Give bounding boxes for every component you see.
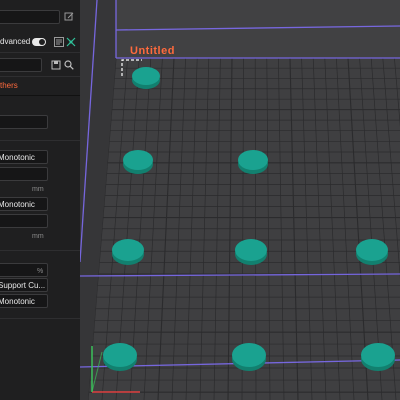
object-disc-7[interactable] bbox=[103, 343, 137, 371]
setting-field-1[interactable] bbox=[0, 115, 48, 129]
edit-icon[interactable] bbox=[64, 12, 74, 22]
object-disc-3[interactable] bbox=[238, 150, 268, 174]
process-preset-field[interactable] bbox=[0, 10, 60, 24]
object-disc-4[interactable] bbox=[112, 239, 144, 265]
search-icon[interactable] bbox=[64, 60, 74, 70]
advanced-toggle[interactable] bbox=[32, 38, 46, 46]
advanced-label: dvanced bbox=[0, 37, 31, 46]
plate-name-label[interactable]: Untitled bbox=[130, 45, 175, 57]
sequence-field-3[interactable]: Monotonic bbox=[0, 294, 48, 308]
settings-split-icon[interactable] bbox=[66, 37, 76, 47]
sequence-field-1[interactable]: Monotonic bbox=[0, 150, 48, 164]
setting-field-3[interactable] bbox=[0, 214, 48, 228]
save-icon[interactable] bbox=[51, 60, 61, 70]
print-settings-panel: dvanced thers Monotonic mm Monotonic mm … bbox=[0, 0, 81, 400]
setting-field-2[interactable] bbox=[0, 167, 48, 181]
object-disc-9[interactable] bbox=[361, 343, 395, 371]
sequence-field-2[interactable]: Monotonic bbox=[0, 197, 48, 211]
object-disc-5[interactable] bbox=[235, 239, 267, 265]
3d-viewport[interactable]: Untitled bbox=[80, 0, 400, 400]
compare-icon[interactable] bbox=[54, 37, 64, 47]
object-disc-1[interactable] bbox=[132, 67, 160, 89]
unit-percent: % bbox=[37, 268, 44, 275]
object-disc-6[interactable] bbox=[356, 239, 388, 265]
object-disc-8[interactable] bbox=[232, 343, 266, 371]
tab-others[interactable]: thers bbox=[0, 81, 18, 90]
support-field[interactable]: Support Cu... bbox=[0, 278, 48, 292]
object-disc-2[interactable] bbox=[123, 150, 153, 174]
build-plate-scene bbox=[80, 0, 400, 400]
settings-search-input[interactable] bbox=[0, 58, 42, 72]
unit-mm-2: mm bbox=[32, 233, 44, 240]
unit-mm-1: mm bbox=[32, 186, 44, 193]
